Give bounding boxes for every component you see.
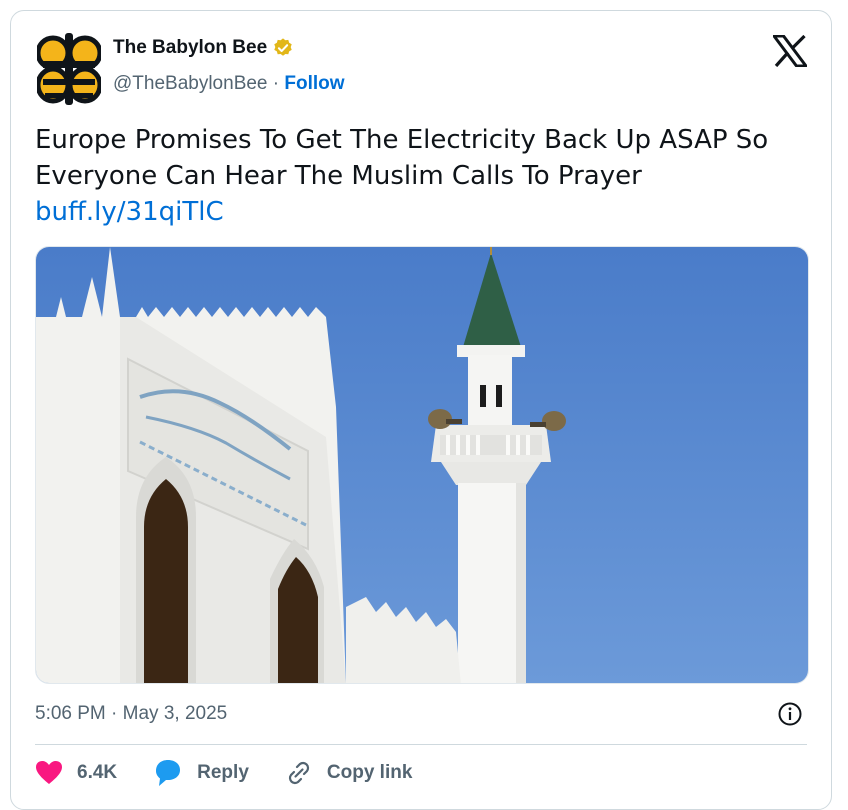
author-display-name[interactable]: The Babylon Bee: [113, 37, 267, 59]
x-logo-icon[interactable]: [773, 35, 807, 67]
follow-button[interactable]: Follow: [284, 73, 344, 94]
speech-bubble-icon: [156, 760, 181, 786]
tweet-media-image[interactable]: [35, 246, 809, 684]
mosque-photo: [36, 247, 808, 683]
info-icon[interactable]: [777, 701, 803, 727]
reply-label: Reply: [197, 762, 249, 783]
tweet-actions: 6.4K Reply Copy link: [35, 759, 448, 787]
babylon-bee-avatar[interactable]: [37, 31, 101, 107]
author-handle-row: @TheBabylonBee · Follow: [113, 73, 345, 95]
author-handle[interactable]: @TheBabylonBee: [113, 73, 268, 94]
copy-link-button[interactable]: Copy link: [285, 759, 413, 787]
handle-separator: ·: [272, 73, 280, 94]
copy-link-label: Copy link: [326, 762, 413, 783]
tweet-text: Europe Promises To Get The Electricity B…: [35, 125, 769, 191]
reply-button[interactable]: Reply: [153, 759, 249, 787]
like-count: 6.4K: [77, 762, 118, 783]
tweet-timestamp[interactable]: 5:06 PM · May 3, 2025: [35, 703, 227, 725]
divider: [35, 744, 807, 745]
tweet-card: The Babylon Bee @TheBabylonBee · Follow …: [10, 10, 832, 810]
tweet-body: Europe Promises To Get The Electricity B…: [35, 122, 815, 230]
verified-badge-icon: [274, 38, 292, 56]
heart-icon: [36, 761, 62, 784]
tweet-link[interactable]: buff.ly/31qiTlC: [35, 197, 224, 227]
link-icon: [288, 761, 309, 785]
author-name-row: The Babylon Bee: [113, 37, 294, 59]
like-button[interactable]: 6.4K: [35, 760, 117, 786]
